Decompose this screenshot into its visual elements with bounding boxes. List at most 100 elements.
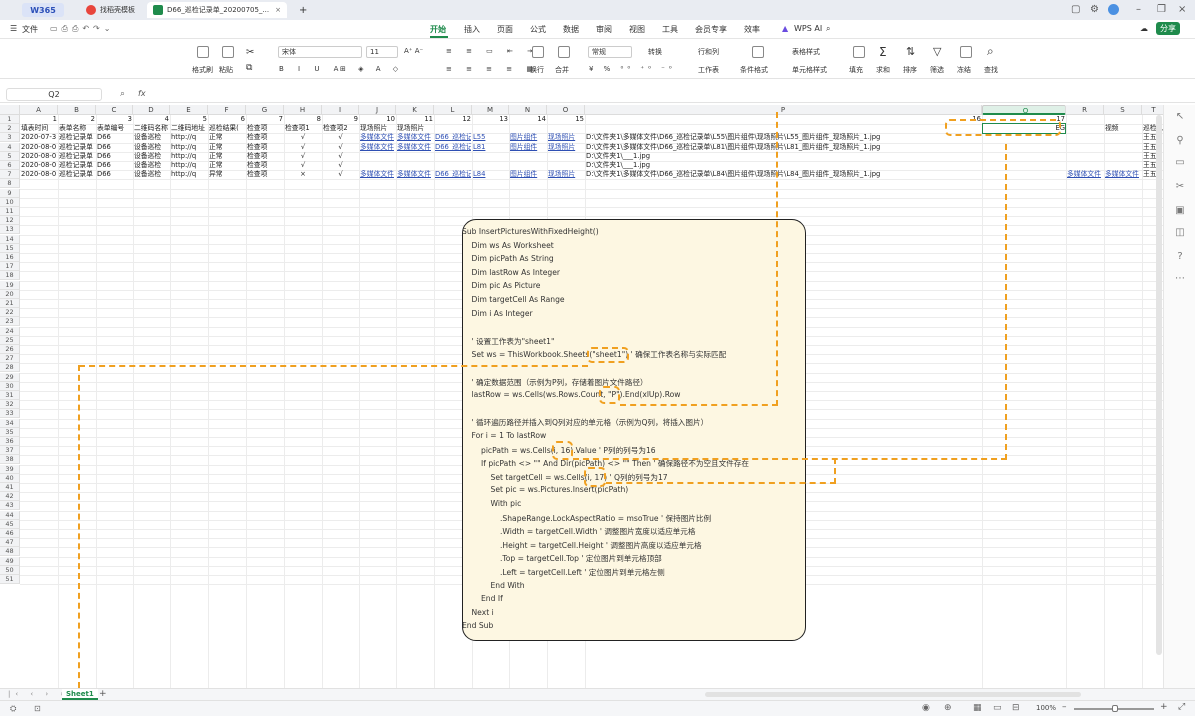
cell-o1[interactable]: 15 [548, 115, 584, 124]
cell-i6[interactable]: √ [323, 161, 358, 170]
column-header-g[interactable]: G [246, 105, 284, 115]
number-format-icons[interactable]: ¥ % ⁰⁰ ⁺⁰ ⁻⁰ [589, 65, 676, 73]
zoom-out-icon[interactable]: – [1062, 702, 1067, 712]
select-all-corner[interactable] [0, 105, 20, 115]
column-header-p[interactable]: P [585, 105, 982, 115]
wps-logo[interactable]: W365 [22, 3, 64, 17]
layout-panel-icon[interactable]: ◫ [1174, 227, 1186, 239]
menu-formula[interactable]: 公式 [530, 24, 546, 35]
close-window-icon[interactable]: × [1178, 4, 1186, 15]
align-icons-top[interactable]: ≡ ≡ ▭ ⇤ ⇥ [446, 47, 539, 55]
format-painter-label[interactable]: 格式刷 [192, 65, 213, 75]
row-header[interactable]: 29 [0, 372, 20, 382]
cell-g3[interactable]: 检查项 [247, 133, 283, 142]
cell-l7[interactable]: D66_巡检记 [435, 170, 471, 179]
row-header[interactable]: 5 [0, 151, 20, 161]
row-header[interactable]: 49 [0, 556, 20, 566]
layout-icon[interactable]: ▢ [1071, 4, 1080, 15]
row-header[interactable]: 31 [0, 391, 20, 400]
filter-icon[interactable]: ▽ [933, 45, 941, 58]
zoom-level[interactable]: 100% [1036, 704, 1056, 712]
fill-label[interactable]: 填充 [849, 65, 863, 75]
cell-o7[interactable]: 现场照片 [548, 170, 584, 179]
row-header[interactable]: 43 [0, 501, 20, 511]
zoom-in-icon[interactable]: + [1160, 702, 1168, 712]
cell-h5[interactable]: √ [285, 152, 321, 161]
cell-s2[interactable]: 视频 [1105, 124, 1141, 133]
row-header[interactable]: 22 [0, 308, 20, 318]
cell-i5[interactable]: √ [323, 152, 358, 161]
cell-e1[interactable]: 5 [171, 115, 207, 124]
cell-e3[interactable]: http://q [171, 133, 207, 142]
help-icon[interactable]: ? [1174, 251, 1186, 263]
fullscreen-icon[interactable]: ⤢ [1178, 702, 1185, 712]
column-header-d[interactable]: D [133, 105, 170, 115]
cell-g4[interactable]: 检查项 [247, 143, 283, 152]
row-header[interactable]: 20 [0, 289, 20, 299]
cell-f1[interactable]: 6 [209, 115, 245, 124]
cell-b5[interactable]: 巡检记录单 [59, 152, 95, 161]
row-header[interactable]: 37 [0, 446, 20, 456]
column-header-m[interactable]: M [472, 105, 509, 115]
convert-button[interactable]: 转换 [648, 47, 662, 57]
cell-r7[interactable]: 多媒体文件 [1067, 170, 1103, 179]
cell-f6[interactable]: 正常 [209, 161, 245, 170]
border-fill-icons[interactable]: ⊞ ◈ A ◇ [340, 65, 403, 73]
horizontal-scrollbar[interactable] [705, 692, 1081, 697]
column-header-h[interactable]: H [284, 105, 322, 115]
row-header[interactable]: 9 [0, 188, 20, 198]
fill-icon[interactable] [853, 46, 865, 58]
column-header-k[interactable]: K [396, 105, 434, 115]
align-icons-bottom[interactable]: ≡ ≡ ≡ ≡ ▦ [446, 65, 539, 73]
vertical-scrollbar[interactable] [1156, 115, 1162, 655]
cell-o4[interactable]: 现场照片 [548, 143, 584, 152]
cell-l3[interactable]: D66_巡检记 [435, 133, 471, 142]
cell-p1[interactable]: 16 [586, 115, 981, 124]
cond-format-icon[interactable] [752, 46, 764, 58]
row-header[interactable]: 19 [0, 280, 20, 290]
menu-view[interactable]: 视图 [629, 24, 645, 35]
cell-a3[interactable]: 2020-07-3 [21, 133, 57, 142]
cell-e6[interactable]: http://q [171, 161, 207, 170]
freeze-icon[interactable] [960, 46, 972, 58]
cell-b2[interactable]: 表单名称 [59, 124, 95, 133]
cell-m7[interactable]: L84 [473, 170, 508, 179]
cell-i7[interactable]: √ [323, 170, 358, 179]
cell-e4[interactable]: http://q [171, 143, 207, 152]
row-header[interactable]: 33 [0, 409, 20, 419]
sort-label[interactable]: 排序 [903, 65, 917, 75]
settings-icon[interactable]: ⚙ [1090, 4, 1099, 15]
row-header[interactable]: 25 [0, 335, 20, 345]
formula-input[interactable] [156, 89, 1156, 101]
comment-icon[interactable]: ▭ [1174, 157, 1186, 169]
restore-icon[interactable]: ❐ [1157, 4, 1166, 15]
cell-h6[interactable]: √ [285, 161, 321, 170]
cell-d1[interactable]: 4 [134, 115, 169, 124]
cell-n3[interactable]: 图片组件 [510, 133, 546, 142]
cell-l1[interactable]: 12 [435, 115, 471, 124]
row-header[interactable]: 12 [0, 216, 20, 226]
cell-g7[interactable]: 检查项 [247, 170, 283, 179]
row-header[interactable]: 23 [0, 317, 20, 327]
merge-icon[interactable] [558, 46, 570, 58]
filter-label[interactable]: 筛选 [930, 65, 944, 75]
cut-icon[interactable]: ✂ [246, 47, 254, 58]
font-name-select[interactable]: 宋体 [278, 46, 362, 58]
cell-h1[interactable]: 8 [285, 115, 321, 124]
cell-g1[interactable]: 7 [247, 115, 283, 124]
cell-h4[interactable]: √ [285, 143, 321, 152]
row-header[interactable]: 6 [0, 161, 20, 170]
zoom-formula-icon[interactable]: ⌕ [120, 89, 125, 99]
sheet-view-icon[interactable]: ⊡ [34, 704, 41, 713]
column-header-l[interactable]: L [434, 105, 472, 115]
row-header[interactable]: 10 [0, 197, 20, 207]
row-header[interactable]: 47 [0, 538, 20, 548]
wrap-label[interactable]: 换行 [530, 65, 544, 75]
style-icon[interactable]: ▣ [1174, 205, 1186, 217]
sum-label[interactable]: 求和 [876, 65, 890, 75]
cell-a4[interactable]: 2020-08-0 [21, 143, 57, 152]
menu-home[interactable]: 开始 [430, 24, 446, 35]
row-header[interactable]: 17 [0, 262, 20, 272]
row-header[interactable]: 50 [0, 565, 20, 575]
cell-j4[interactable]: 多媒体文件 [360, 143, 395, 152]
